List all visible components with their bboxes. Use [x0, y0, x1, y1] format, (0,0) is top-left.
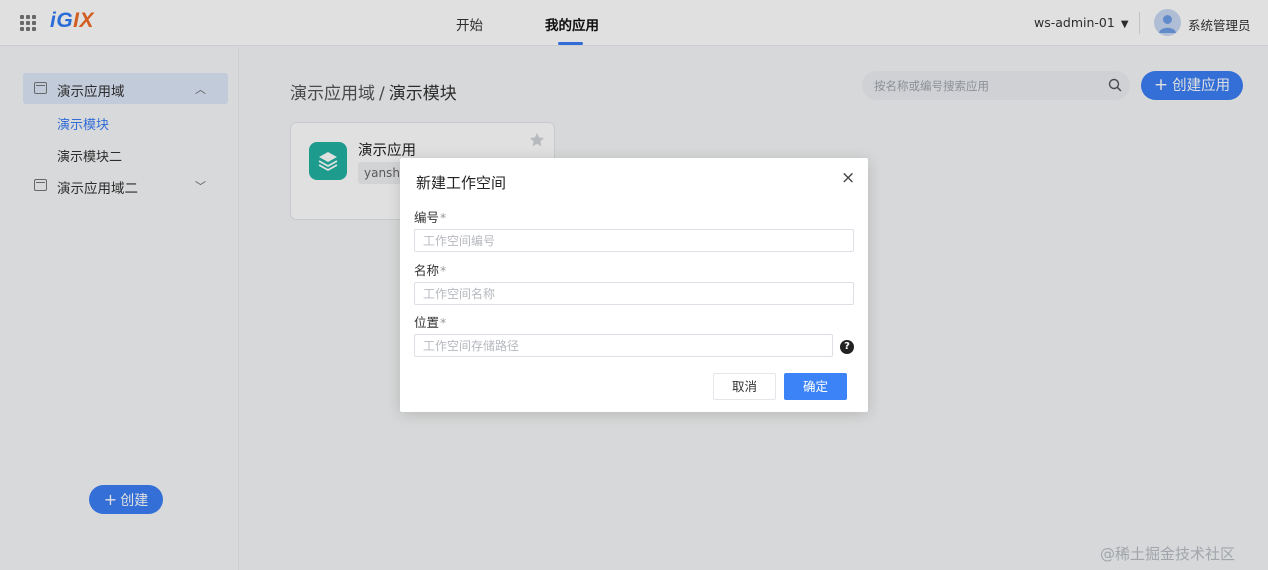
code-field-label: 编号*	[414, 210, 447, 225]
name-field-label: 名称*	[414, 263, 447, 278]
cancel-button[interactable]: 取消	[713, 373, 776, 400]
required-mark: *	[440, 263, 447, 278]
workspace-name-input[interactable]	[414, 282, 854, 305]
confirm-button[interactable]: 确定	[784, 373, 847, 400]
workspace-code-input[interactable]	[414, 229, 854, 252]
dialog-title: 新建工作空间	[416, 174, 507, 192]
close-icon[interactable]: ×	[841, 170, 855, 187]
location-field-label: 位置*	[414, 315, 447, 330]
new-workspace-dialog: 新建工作空间 × 编号* 名称* 位置* ? 取消 确定	[400, 158, 868, 412]
required-mark: *	[440, 210, 447, 225]
required-mark: *	[440, 315, 447, 330]
help-icon[interactable]: ?	[840, 340, 854, 354]
workspace-path-input[interactable]	[414, 334, 833, 357]
